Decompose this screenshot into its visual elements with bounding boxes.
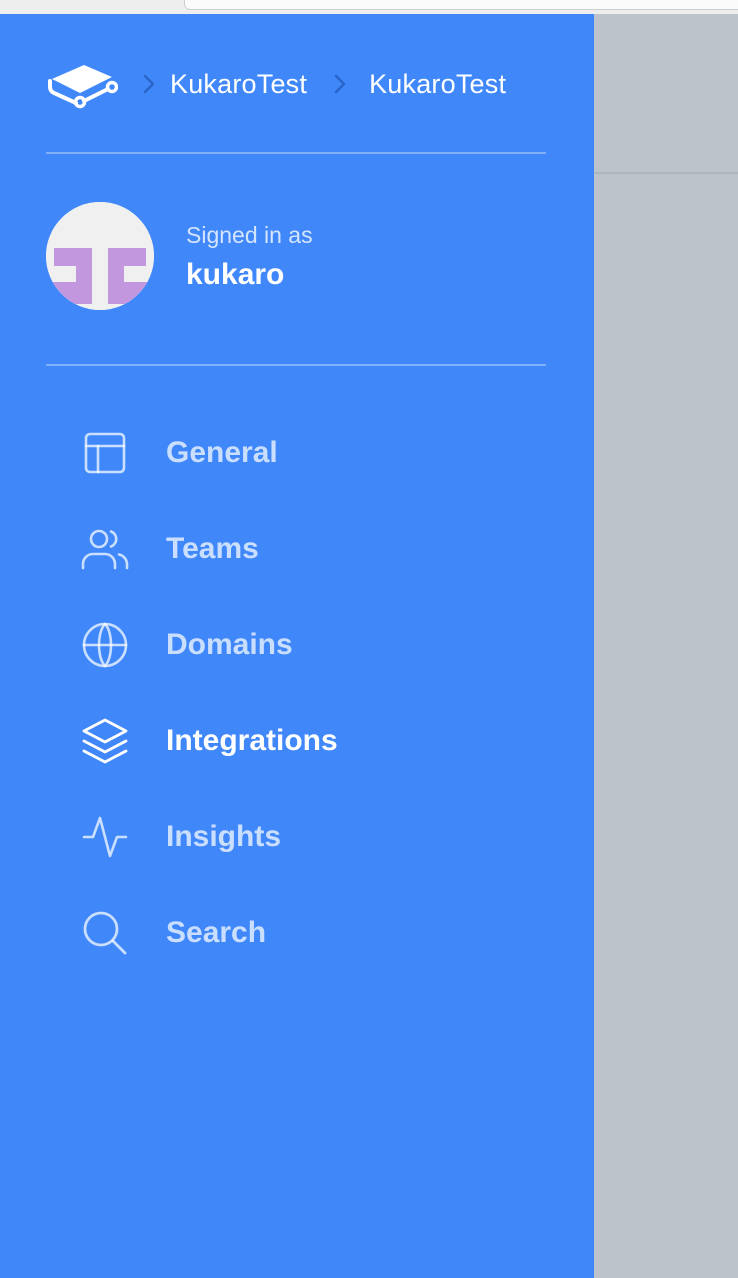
breadcrumb: KukaroTest KukaroTest [46,54,546,114]
nav-item-label: General [166,436,278,469]
nav-item-integrations[interactable]: Integrations [80,710,520,772]
book-logo-icon[interactable] [46,57,118,111]
address-bar[interactable] [184,0,738,10]
divider [46,364,546,366]
activity-icon [80,811,132,863]
layers-icon [80,715,132,767]
overlay-header-band [594,14,738,174]
username[interactable]: kukaro [186,258,284,292]
user-profile: Signed in as kukaro [46,202,546,312]
search-icon [80,907,132,959]
users-icon [80,523,132,575]
nav-item-label: Integrations [166,724,338,757]
nav-item-label: Domains [166,628,293,661]
nav-item-general[interactable]: General [80,422,520,484]
avatar[interactable] [46,202,154,310]
breadcrumb-space-link[interactable]: KukaroTest [369,69,506,100]
chevron-right-icon [334,74,346,94]
signed-in-label: Signed in as [186,222,313,248]
layout-icon [80,427,132,479]
nav-item-insights[interactable]: Insights [80,806,520,868]
nav-item-search[interactable]: Search [80,902,520,964]
dimmed-overlay[interactable] [594,14,738,1278]
nav-item-label: Search [166,916,267,949]
chevron-right-icon [143,74,155,94]
nav-item-teams[interactable]: Teams [80,518,520,580]
sidebar: KukaroTest KukaroTest Signed in as kukar… [0,14,594,1278]
nav-item-label: Insights [166,820,282,853]
globe-icon [80,619,132,671]
breadcrumb-org-link[interactable]: KukaroTest [170,69,307,100]
browser-chrome-strip [0,0,738,15]
nav-item-label: Teams [166,532,259,565]
divider [46,152,546,154]
nav-item-domains[interactable]: Domains [80,614,520,676]
